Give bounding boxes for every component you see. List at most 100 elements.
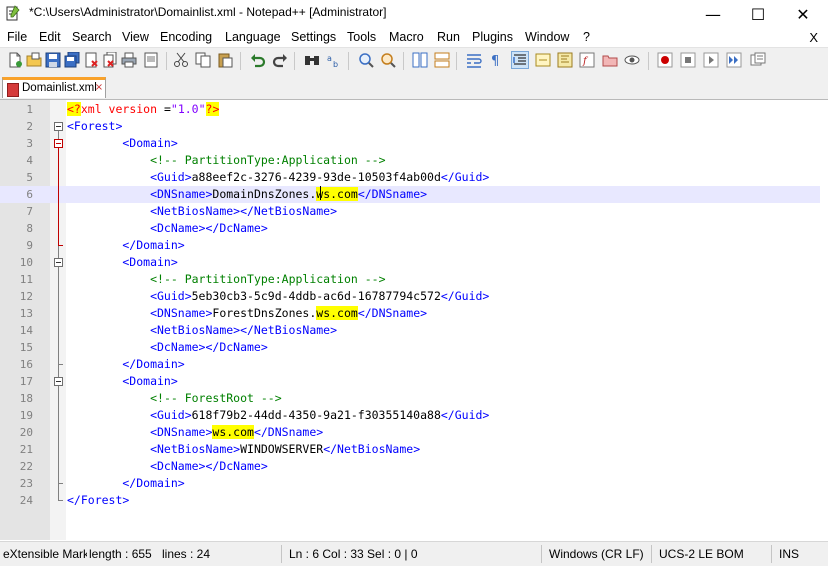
- paste-icon[interactable]: [217, 52, 233, 68]
- menu-settings[interactable]: Settings: [291, 30, 336, 44]
- code-line[interactable]: 3 <Domain>: [0, 135, 820, 152]
- close-file-icon[interactable]: [83, 52, 99, 68]
- redo-icon[interactable]: [272, 52, 288, 68]
- play-macro-icon[interactable]: [703, 52, 719, 68]
- stop-macro-icon[interactable]: [680, 52, 696, 68]
- doc-map-icon[interactable]: [557, 52, 573, 68]
- fold-toggle-domain-3[interactable]: [54, 377, 63, 386]
- code-line[interactable]: 20 <DNSname>ws.com</DNSname>: [0, 424, 820, 441]
- code-line[interactable]: 5 <Guid>a88eef2c-3276-4239-93de-10503f4a…: [0, 169, 820, 186]
- vertical-scrollbar[interactable]: [820, 100, 828, 540]
- code-line[interactable]: 18 <!-- ForestRoot -->: [0, 390, 820, 407]
- status-encoding[interactable]: UCS-2 LE BOM: [659, 547, 744, 561]
- code-token: <Guid>: [67, 289, 192, 303]
- close-document-button[interactable]: X: [809, 30, 818, 45]
- fold-toggle-domain-1[interactable]: [54, 139, 63, 148]
- close-all-icon[interactable]: [102, 52, 118, 68]
- line-number: 4: [26, 154, 33, 167]
- editor-area[interactable]: 1 <?xml version ="1.0"?> 2 <Forest> 3 <Domai…: [0, 100, 828, 540]
- menu-help[interactable]: ?: [583, 30, 590, 44]
- replace-icon[interactable]: ab: [326, 52, 342, 68]
- run-macro-multiple-icon[interactable]: [726, 52, 742, 68]
- cut-icon[interactable]: [173, 52, 189, 68]
- undo-icon[interactable]: [250, 52, 266, 68]
- menu-tools[interactable]: Tools: [347, 30, 376, 44]
- code-line[interactable]: 9 </Domain>: [0, 237, 820, 254]
- menu-encoding[interactable]: Encoding: [160, 30, 212, 44]
- copy-icon[interactable]: [195, 52, 211, 68]
- save-all-icon[interactable]: [64, 52, 80, 68]
- fold-end-domain-3: [58, 483, 63, 484]
- search-match-highlight: ws.com: [212, 425, 254, 439]
- menu-search[interactable]: Search: [72, 30, 112, 44]
- minimize-button[interactable]: —: [690, 0, 736, 28]
- code-line[interactable]: 16 </Domain>: [0, 356, 820, 373]
- code-line[interactable]: 8 <DcName></DcName>: [0, 220, 820, 237]
- line-number: 5: [26, 171, 33, 184]
- menu-file[interactable]: File: [7, 30, 27, 44]
- menu-view[interactable]: View: [122, 30, 149, 44]
- code-line[interactable]: 13 <DNSname>ForestDnsZones.ws.com</DNSna…: [0, 305, 820, 322]
- word-wrap-icon[interactable]: [466, 52, 482, 68]
- line-number: 24: [19, 494, 33, 507]
- language-udl-icon[interactable]: [535, 52, 551, 68]
- menu-edit[interactable]: Edit: [39, 30, 61, 44]
- code-line[interactable]: 1 <?xml version ="1.0"?>: [0, 101, 820, 118]
- fold-toggle-forest[interactable]: [54, 122, 63, 131]
- sync-vertical-icon[interactable]: [412, 52, 428, 68]
- zoom-in-icon[interactable]: [358, 52, 374, 68]
- code-line[interactable]: 10 <Domain>: [0, 254, 820, 271]
- zoom-out-icon[interactable]: [380, 52, 396, 68]
- window-title: *C:\Users\Administrator\Domainlist.xml -…: [29, 5, 387, 19]
- code-line[interactable]: 24 </Forest>: [0, 492, 820, 509]
- code-line[interactable]: 19 <Guid>618f79b2-44dd-4350-9a21-f303551…: [0, 407, 820, 424]
- code-token: <Forest>: [67, 119, 123, 133]
- menu-window[interactable]: Window: [525, 30, 569, 44]
- code-line[interactable]: 17 <Domain>: [0, 373, 820, 390]
- code-token: <DNSname>: [67, 425, 213, 439]
- save-macro-icon[interactable]: [750, 52, 766, 68]
- menu-language[interactable]: Language: [225, 30, 281, 44]
- code-line[interactable]: 2 <Forest>: [0, 118, 820, 135]
- menu-run[interactable]: Run: [437, 30, 460, 44]
- menu-macro[interactable]: Macro: [389, 30, 424, 44]
- print-icon[interactable]: [121, 52, 137, 68]
- save-icon[interactable]: [45, 52, 61, 68]
- code-line[interactable]: 4 <!-- PartitionType:Application -->: [0, 152, 820, 169]
- status-insert-mode[interactable]: INS: [779, 547, 799, 561]
- folder-workspace-icon[interactable]: [602, 52, 618, 68]
- code-token: xml version: [80, 102, 164, 116]
- sync-horizontal-icon[interactable]: [434, 52, 450, 68]
- menu-plugins[interactable]: Plugins: [472, 30, 513, 44]
- toolbar: ab ¶ f: [0, 47, 828, 74]
- line-number: 3: [26, 137, 33, 150]
- line-text: </Domain>: [67, 357, 184, 371]
- code-line[interactable]: 15 <DcName></DcName>: [0, 339, 820, 356]
- code-line[interactable]: 23 </Domain>: [0, 475, 820, 492]
- tab-close-button[interactable]: ×: [93, 82, 105, 94]
- find-icon[interactable]: [304, 52, 320, 68]
- maximize-button[interactable]: ☐: [735, 0, 781, 28]
- title-bar[interactable]: *C:\Users\Administrator\Domainlist.xml -…: [0, 0, 828, 28]
- code-line[interactable]: 12 <Guid>5eb30cb3-5c9d-4ddb-ac6d-1678779…: [0, 288, 820, 305]
- fold-toggle-domain-2[interactable]: [54, 258, 63, 267]
- indent-guide-icon[interactable]: [511, 51, 529, 69]
- code-line[interactable]: 11 <!-- PartitionType:Application -->: [0, 271, 820, 288]
- record-macro-icon[interactable]: [657, 52, 673, 68]
- code-token: <Domain>: [67, 136, 178, 150]
- show-all-chars-icon[interactable]: ¶: [488, 52, 504, 68]
- code-line[interactable]: 14 <NetBiosName></NetBiosName>: [0, 322, 820, 339]
- code-line[interactable]: 21 <NetBiosName>WINDOWSERVER</NetBiosNam…: [0, 441, 820, 458]
- function-list-icon[interactable]: f: [579, 52, 595, 68]
- code-line[interactable]: 22 <DcName></DcName>: [0, 458, 820, 475]
- code-line[interactable]: 6 <DNSname>DomainDnsZones.ws.com</DNSnam…: [0, 186, 820, 203]
- new-file-icon[interactable]: [7, 52, 23, 68]
- print-preview-icon[interactable]: [143, 52, 159, 68]
- monitoring-icon[interactable]: [624, 52, 640, 68]
- tab-domainlist-xml[interactable]: Domainlist.xml ×: [2, 77, 106, 98]
- code-line[interactable]: 7 <NetBiosName></NetBiosName>: [0, 203, 820, 220]
- open-file-icon[interactable]: [26, 52, 42, 68]
- close-window-button[interactable]: ✕: [780, 0, 826, 28]
- status-eol[interactable]: Windows (CR LF): [549, 547, 644, 561]
